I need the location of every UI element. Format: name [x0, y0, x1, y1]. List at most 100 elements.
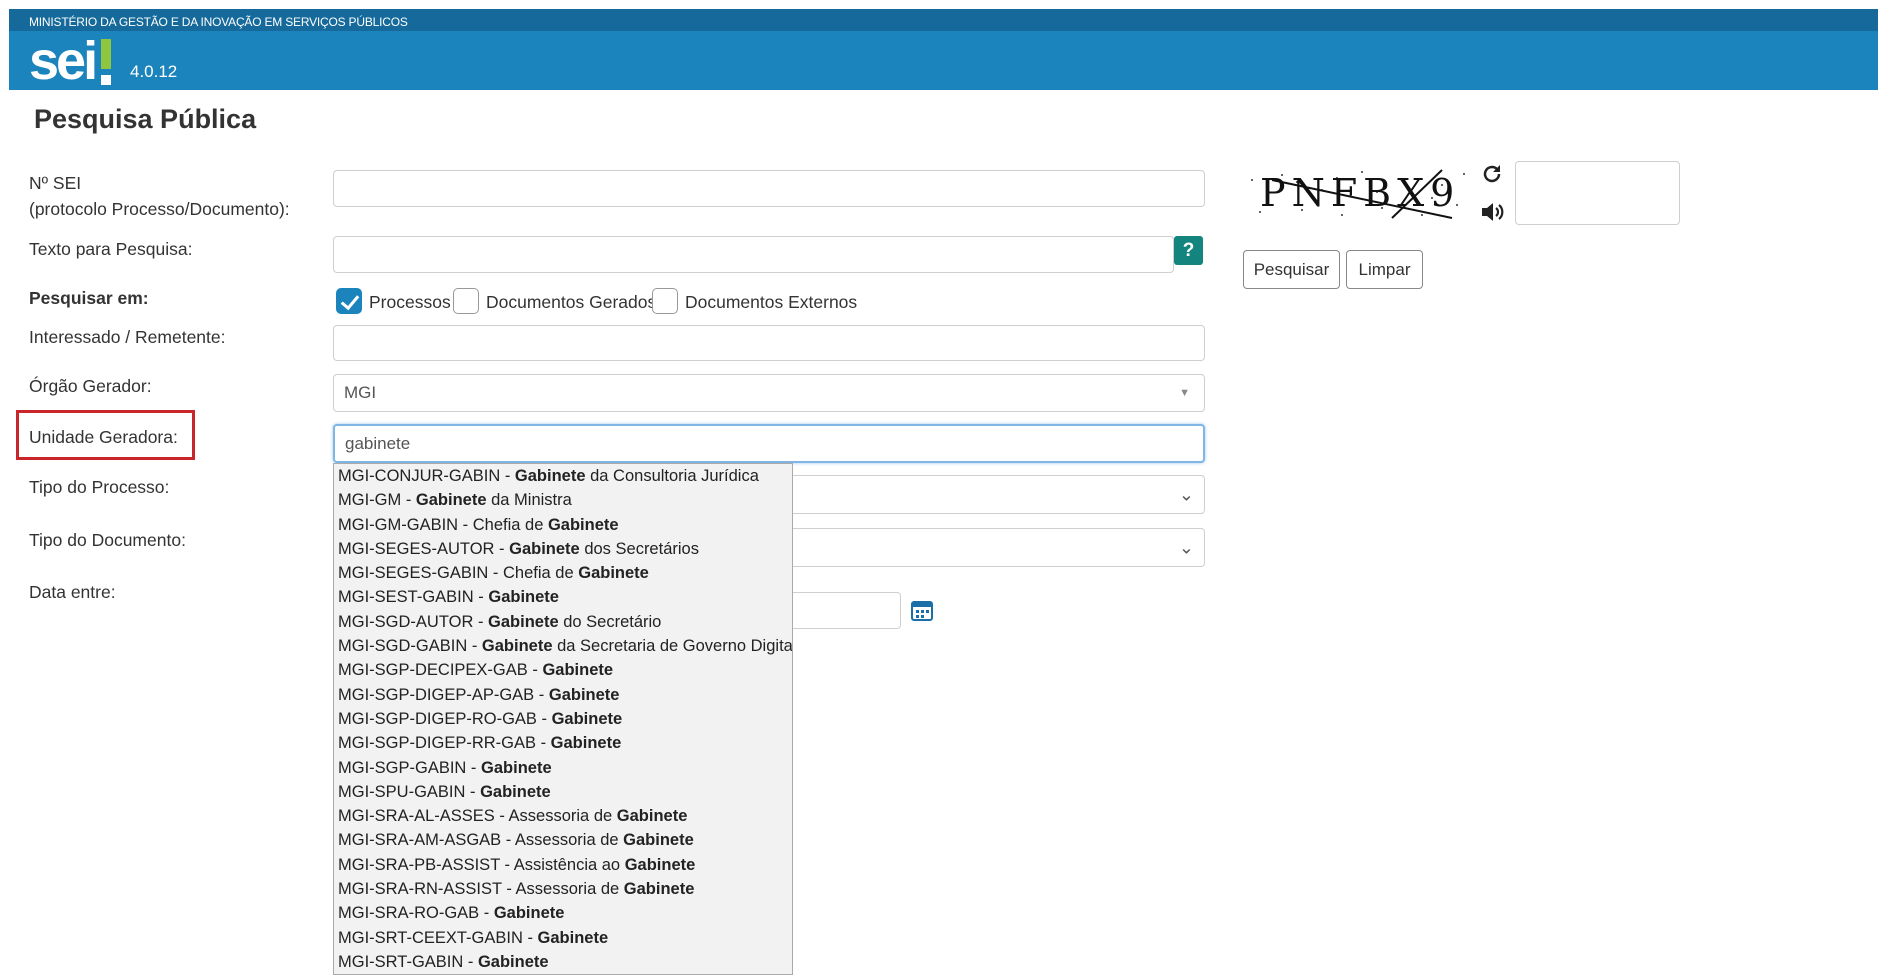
- pesquisar-button[interactable]: Pesquisar: [1243, 250, 1340, 289]
- autocomplete-item[interactable]: MGI-SGP-DIGEP-RO-GAB - Gabinete: [334, 707, 792, 731]
- autocomplete-item-prefix: MGI-SEST-GABIN -: [338, 588, 489, 607]
- autocomplete-item-prefix: MGI-SRT-GABIN -: [338, 952, 478, 971]
- autocomplete-item-match: Gabinete: [551, 709, 623, 728]
- autocomplete-item[interactable]: MGI-SRT-CEEXT-GABIN - Gabinete: [334, 926, 792, 950]
- autocomplete-list: MGI-CONJUR-GABIN - Gabinete da Consultor…: [333, 463, 793, 975]
- autocomplete-item[interactable]: MGI-SRA-AL-ASSES - Assessoria de Gabinet…: [334, 804, 792, 828]
- autocomplete-item-match: Gabinete: [616, 807, 688, 826]
- autocomplete-item-prefix: MGI-GM -: [338, 491, 416, 510]
- chevron-down-icon: ⌄: [1178, 484, 1194, 504]
- processos-checkbox[interactable]: [336, 288, 362, 314]
- autocomplete-item[interactable]: MGI-SGP-DIGEP-AP-GAB - Gabinete: [334, 683, 792, 707]
- autocomplete-item-match: Gabinete: [550, 734, 622, 753]
- autocomplete-item-match: Gabinete: [537, 928, 609, 947]
- data-label: Data entre:: [29, 582, 116, 602]
- autocomplete-item-match: Gabinete: [547, 515, 619, 534]
- data-fim-input[interactable]: [793, 592, 901, 629]
- autocomplete-item[interactable]: MGI-SGD-AUTOR - Gabinete do Secretário: [334, 610, 792, 634]
- autocomplete-item[interactable]: MGI-SRT-GABIN - Gabinete: [334, 950, 792, 974]
- autocomplete-item[interactable]: MGI-SPU-GABIN - Gabinete: [334, 780, 792, 804]
- autocomplete-item[interactable]: MGI-SEGES-GABIN - Chefia de Gabinete: [334, 561, 792, 585]
- autocomplete-item[interactable]: MGI-SGP-DECIPEX-GAB - Gabinete: [334, 658, 792, 682]
- autocomplete-item-prefix: MGI-SRA-AL-ASSES - Assessoria de: [338, 807, 617, 826]
- orgao-select[interactable]: MGI ▼: [333, 374, 1205, 412]
- autocomplete-item-match: Gabinete: [481, 637, 553, 656]
- autocomplete-item-match: Gabinete: [480, 782, 551, 801]
- nsei-label-line1: Nº SEI: [29, 173, 82, 193]
- autocomplete-item-match: Gabinete: [624, 855, 696, 874]
- autocomplete-item[interactable]: MGI-SEST-GABIN - Gabinete: [334, 585, 792, 609]
- autocomplete-item-prefix: MGI-SGP-DECIPEX-GAB -: [338, 661, 543, 680]
- autocomplete-item-match: Gabinete: [578, 564, 649, 583]
- autocomplete-item[interactable]: MGI-SRA-AM-ASGAB - Assessoria de Gabinet…: [334, 828, 792, 852]
- interessado-input[interactable]: [333, 325, 1205, 361]
- refresh-icon[interactable]: [1480, 162, 1504, 186]
- speaker-icon[interactable]: [1480, 200, 1506, 224]
- limpar-button[interactable]: Limpar: [1346, 250, 1423, 289]
- page-title: Pesquisa Pública: [34, 104, 257, 134]
- autocomplete-item-prefix: MGI-SGD-AUTOR -: [338, 612, 489, 631]
- texto-label: Texto para Pesquisa:: [29, 239, 193, 259]
- captcha-image: PNFBX9: [1242, 160, 1472, 226]
- autocomplete-item-prefix: MGI-SRA-RN-ASSIST - Assessoria de: [338, 880, 624, 899]
- dropdown-arrow-icon: ▼: [1179, 387, 1190, 399]
- autocomplete-item-match: Gabinete: [481, 758, 552, 777]
- autocomplete-item-suffix: da Secretaria de Governo Digital: [552, 637, 793, 656]
- autocomplete-item[interactable]: MGI-GM-GABIN - Chefia de Gabinete: [334, 513, 792, 537]
- autocomplete-item[interactable]: MGI-GM - Gabinete da Ministra: [334, 488, 792, 512]
- autocomplete-item[interactable]: MGI-SGP-GABIN - Gabinete: [334, 756, 792, 780]
- autocomplete-item-prefix: MGI-SRA-AM-ASGAB - Assessoria de: [338, 831, 624, 850]
- texto-input[interactable]: [333, 236, 1174, 273]
- autocomplete-item[interactable]: MGI-SEGES-AUTOR - Gabinete dos Secretári…: [334, 537, 792, 561]
- autocomplete-item-prefix: MGI-SPU-GABIN -: [338, 782, 481, 801]
- autocomplete-item-prefix: MGI-SRA-PB-ASSIST - Assistência ao: [338, 855, 625, 874]
- autocomplete-item-match: Gabinete: [514, 467, 586, 485]
- tipo-processo-label: Tipo do Processo:: [29, 477, 170, 497]
- autocomplete-item-suffix: do Secretário: [558, 612, 662, 631]
- autocomplete-item[interactable]: MGI-SRA-PB-ASSIST - Assistência ao Gabin…: [334, 853, 792, 877]
- unidade-input[interactable]: gabinete: [333, 424, 1205, 463]
- captcha-input[interactable]: [1515, 161, 1680, 225]
- interessado-label: Interessado / Remetente:: [29, 327, 226, 347]
- autocomplete-item[interactable]: MGI-SRA-RN-ASSIST - Assessoria de Gabine…: [334, 877, 792, 901]
- autocomplete-item[interactable]: MGI-SGD-GABIN - Gabinete da Secretaria d…: [334, 634, 792, 658]
- unidade-label: Unidade Geradora:: [29, 427, 178, 447]
- nsei-input[interactable]: [333, 170, 1205, 207]
- autocomplete-item-prefix: MGI-SGP-GABIN -: [338, 758, 482, 777]
- sei-logo-mark: [101, 39, 111, 85]
- autocomplete-item-prefix: MGI-CONJUR-GABIN -: [338, 467, 515, 485]
- autocomplete-item-prefix: MGI-SEGES-GABIN - Chefia de: [338, 564, 579, 583]
- autocomplete-item[interactable]: MGI-CONJUR-GABIN - Gabinete da Consultor…: [334, 464, 792, 488]
- autocomplete-item-match: Gabinete: [415, 491, 487, 510]
- pesquisar-em-label: Pesquisar em:: [29, 288, 149, 308]
- autocomplete-item-prefix: MGI-SGD-GABIN -: [338, 637, 482, 656]
- ministry-name: MINISTÉRIO DA GESTÃO E DA INOVAÇÃO EM SE…: [29, 15, 408, 29]
- autocomplete-item-match: Gabinete: [493, 904, 565, 923]
- autocomplete-item-prefix: MGI-SRA-RO-GAB -: [338, 904, 494, 923]
- autocomplete-item-prefix: MGI-SGP-DIGEP-RR-GAB -: [338, 734, 551, 753]
- autocomplete-item-match: Gabinete: [548, 685, 620, 704]
- autocomplete-item-match: Gabinete: [542, 661, 614, 680]
- documentos-gerados-label[interactable]: Documentos Gerados: [486, 289, 656, 315]
- autocomplete-item-prefix: MGI-GM-GABIN - Chefia de: [338, 515, 548, 534]
- calendar-icon[interactable]: [910, 598, 934, 622]
- autocomplete-item[interactable]: MGI-SGP-DIGEP-RR-GAB - Gabinete: [334, 731, 792, 755]
- documentos-externos-label[interactable]: Documentos Externos: [685, 289, 857, 315]
- help-icon[interactable]: ?: [1174, 236, 1203, 265]
- autocomplete-item-suffix: da Ministra: [486, 491, 572, 510]
- autocomplete-item[interactable]: MGI-SRA-RO-GAB - Gabinete: [334, 901, 792, 925]
- autocomplete-item-prefix: MGI-SGP-DIGEP-RO-GAB -: [338, 709, 552, 728]
- autocomplete-item-match: Gabinete: [509, 539, 580, 558]
- version-label: 4.0.12: [130, 62, 178, 81]
- autocomplete-item-prefix: MGI-SRT-CEEXT-GABIN -: [338, 928, 538, 947]
- processos-label[interactable]: Processos: [369, 289, 451, 315]
- orgao-label: Órgão Gerador:: [29, 376, 152, 396]
- documentos-externos-checkbox[interactable]: [652, 288, 678, 314]
- autocomplete-item-match: Gabinete: [488, 612, 559, 631]
- sei-logo[interactable]: sei: [29, 33, 98, 89]
- documentos-gerados-checkbox[interactable]: [453, 288, 479, 314]
- autocomplete-item-prefix: MGI-SGP-DIGEP-AP-GAB -: [338, 685, 549, 704]
- autocomplete-item-match: Gabinete: [488, 588, 559, 607]
- autocomplete-item-match: Gabinete: [477, 952, 549, 971]
- app-header: MINISTÉRIO DA GESTÃO E DA INOVAÇÃO EM SE…: [9, 9, 1878, 90]
